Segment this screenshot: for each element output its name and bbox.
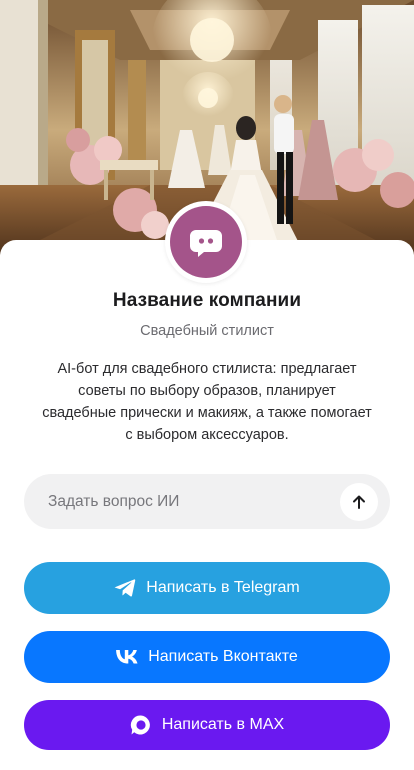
write-max-button[interactable]: Написать в MAX (24, 700, 390, 750)
company-role: Свадебный стилист (140, 323, 274, 339)
send-button[interactable] (340, 482, 378, 521)
vk-icon (116, 650, 138, 664)
avatar (170, 206, 242, 278)
vk-button-label: Написать Вконтакте (148, 648, 298, 665)
max-icon (130, 715, 150, 735)
write-vk-button[interactable]: Написать Вконтакте (24, 631, 390, 683)
ask-ai-box (24, 474, 390, 529)
bot-description: AI-бот для свадебного стилиста: предлага… (42, 361, 372, 443)
company-avatar (165, 201, 247, 283)
write-telegram-button[interactable]: Написать в Telegram (24, 562, 390, 614)
telegram-icon (114, 579, 136, 597)
arrow-up-icon (353, 495, 365, 509)
chat-bot-icon (190, 230, 222, 257)
ask-ai-input[interactable] (48, 481, 340, 522)
telegram-button-label: Написать в Telegram (146, 579, 300, 596)
max-button-label: Написать в MAX (161, 716, 285, 733)
company-name: Название компании (112, 290, 302, 311)
